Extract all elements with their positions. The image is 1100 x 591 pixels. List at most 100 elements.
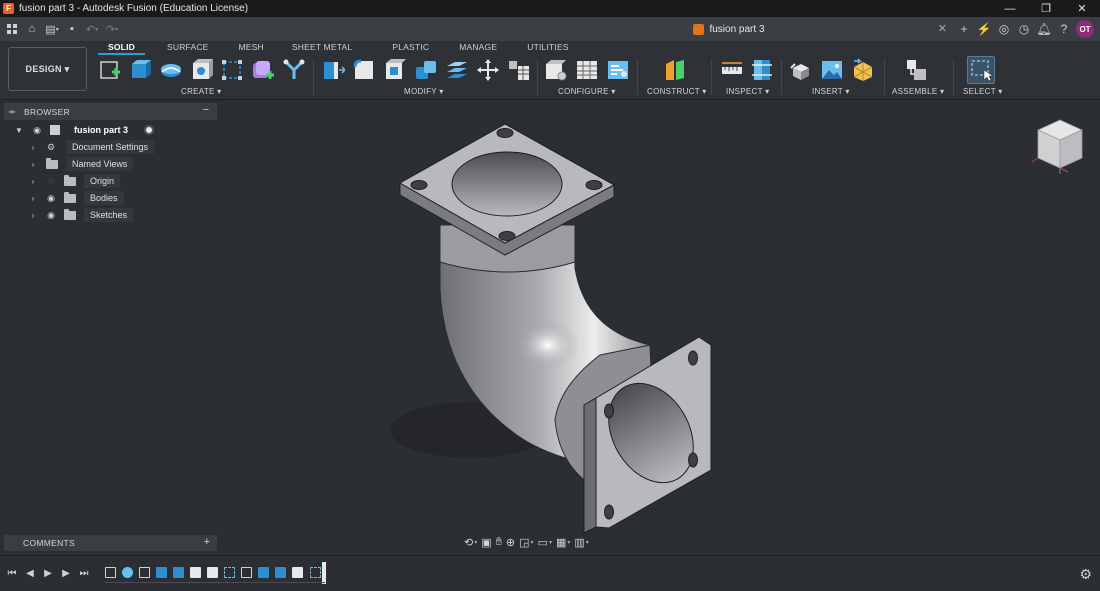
play-icon[interactable]: ▶ bbox=[41, 566, 55, 580]
configure-group-label[interactable]: CONFIGURE ▾ bbox=[558, 87, 616, 96]
collapse-panel-icon[interactable]: − bbox=[203, 104, 209, 116]
timeline-sketch-icon[interactable] bbox=[139, 567, 150, 578]
step-back-icon[interactable]: ◀ bbox=[23, 566, 37, 580]
offset-face-icon[interactable] bbox=[445, 58, 469, 82]
add-comment-icon[interactable]: + bbox=[204, 536, 210, 548]
tab-surface[interactable]: SURFACE bbox=[157, 41, 219, 55]
timeline-pattern-icon[interactable] bbox=[310, 567, 321, 578]
notifications-icon[interactable]: 🔔︎ bbox=[1034, 19, 1054, 39]
expand-chevron-icon[interactable]: › bbox=[28, 160, 38, 169]
orbit-icon[interactable]: ⟲ ▾ bbox=[462, 534, 479, 550]
tab-solid[interactable]: SOLID bbox=[98, 41, 145, 55]
viewports-icon[interactable]: ▥ ▾ bbox=[572, 534, 590, 550]
construct-group-label[interactable]: CONSTRUCT ▾ bbox=[647, 87, 707, 96]
save-icon[interactable]: ▪ bbox=[64, 21, 80, 37]
minimize-button[interactable]: — bbox=[992, 0, 1028, 17]
tab-manage[interactable]: MANAGE bbox=[449, 41, 507, 55]
measure-icon[interactable] bbox=[720, 58, 744, 82]
visibility-eye-icon[interactable]: ◉ bbox=[44, 210, 58, 221]
pan-hand-icon[interactable]: ✋︎ bbox=[494, 534, 504, 550]
combine-icon[interactable] bbox=[414, 58, 438, 82]
timeline-hole-icon[interactable] bbox=[207, 567, 218, 578]
insert-group-label[interactable]: INSERT ▾ bbox=[812, 87, 850, 96]
avatar[interactable]: OT bbox=[1076, 20, 1094, 38]
timeline-settings-gear-icon[interactable]: ⚙ bbox=[1079, 566, 1092, 583]
restore-button[interactable]: ❐ bbox=[1028, 0, 1064, 17]
comments-panel-header[interactable]: COMMENTS + bbox=[4, 535, 217, 551]
timeline-marker[interactable] bbox=[322, 562, 326, 584]
tree-item-named-views[interactable]: › Named Views bbox=[28, 156, 134, 172]
look-at-icon[interactable]: ▣ bbox=[479, 534, 493, 550]
configuration-rules-icon[interactable] bbox=[606, 58, 630, 82]
active-radio-icon[interactable] bbox=[144, 125, 155, 135]
new-tab-icon[interactable]: + bbox=[954, 19, 974, 39]
timeline-sketch-icon[interactable] bbox=[105, 567, 116, 578]
expand-chevron-icon[interactable]: › bbox=[28, 177, 38, 186]
extensions-icon[interactable]: ⚡ bbox=[974, 19, 994, 39]
canvas-image-icon[interactable] bbox=[820, 58, 844, 82]
home-icon[interactable]: ⌂ bbox=[24, 21, 40, 37]
shell-icon[interactable] bbox=[383, 58, 407, 82]
new-component-icon[interactable] bbox=[905, 58, 929, 82]
parameters-icon[interactable] bbox=[507, 58, 531, 82]
create-sketch-icon[interactable] bbox=[98, 58, 122, 82]
offset-plane-icon[interactable] bbox=[663, 58, 687, 82]
workspace-switcher[interactable]: DESIGN ▾ bbox=[8, 47, 87, 91]
configuration-table-icon[interactable] bbox=[575, 58, 599, 82]
expand-chevron-icon[interactable]: › bbox=[28, 194, 38, 203]
timeline-revolve-icon[interactable] bbox=[122, 567, 133, 578]
go-to-start-icon[interactable]: ⏮ bbox=[5, 566, 19, 580]
expand-chevron-icon[interactable]: › bbox=[28, 143, 38, 152]
file-menu-icon[interactable]: ▤ ▾ bbox=[44, 21, 60, 37]
insert-mesh-icon[interactable] bbox=[851, 58, 875, 82]
close-tab-icon[interactable]: ✕ bbox=[938, 22, 947, 35]
fit-icon[interactable]: ◲ ▾ bbox=[517, 534, 535, 550]
drag-handle-icon[interactable]: ◂▸ bbox=[8, 107, 16, 116]
redo-icon[interactable]: ↷ ▾ bbox=[104, 21, 120, 37]
insert-derive-icon[interactable] bbox=[789, 58, 813, 82]
interference-icon[interactable] bbox=[750, 58, 774, 82]
viewcube[interactable] bbox=[1028, 112, 1092, 176]
tab-utilities[interactable]: UTILITIES bbox=[517, 41, 578, 55]
timeline-pattern-icon[interactable] bbox=[224, 567, 235, 578]
tree-root[interactable]: ▼ ◉ fusion part 3 bbox=[14, 122, 155, 138]
extrude-icon[interactable] bbox=[128, 58, 152, 82]
browser-panel-header[interactable]: ◂▸ BROWSER − bbox=[4, 103, 217, 120]
press-pull-icon[interactable] bbox=[321, 58, 347, 82]
timeline-extrude-icon[interactable] bbox=[156, 567, 167, 578]
configure-design-icon[interactable] bbox=[544, 58, 568, 82]
rectangular-pattern-icon[interactable] bbox=[220, 58, 244, 82]
move-copy-icon[interactable] bbox=[476, 58, 500, 82]
tree-item-sketches[interactable]: › ◉ Sketches bbox=[28, 207, 134, 223]
tree-item-bodies[interactable]: › ◉ Bodies bbox=[28, 190, 124, 206]
derive-icon[interactable] bbox=[282, 58, 306, 82]
timeline-hole-icon[interactable] bbox=[190, 567, 201, 578]
create-group-label[interactable]: CREATE ▾ bbox=[181, 87, 222, 96]
clock-icon[interactable]: ◷ bbox=[1014, 19, 1034, 39]
revolve-icon[interactable] bbox=[159, 58, 183, 82]
assemble-group-label[interactable]: ASSEMBLE ▾ bbox=[892, 87, 944, 96]
timeline-extrude-icon[interactable] bbox=[258, 567, 269, 578]
step-forward-icon[interactable]: ▶ bbox=[59, 566, 73, 580]
hole-icon[interactable] bbox=[190, 58, 214, 82]
go-to-end-icon[interactable]: ⏭ bbox=[77, 566, 91, 580]
grid-icon[interactable]: ▦ ▾ bbox=[554, 534, 572, 550]
data-panel-grid-icon[interactable] bbox=[4, 21, 20, 37]
document-tab[interactable]: fusion part 3 ✕ bbox=[505, 17, 953, 41]
hidden-eye-icon[interactable]: ◌ bbox=[44, 176, 58, 186]
modify-group-label[interactable]: MODIFY ▾ bbox=[404, 87, 444, 96]
timeline-sketch-icon[interactable] bbox=[241, 567, 252, 578]
fillet-icon[interactable] bbox=[352, 58, 376, 82]
help-icon[interactable]: ? bbox=[1054, 19, 1074, 39]
zoom-icon[interactable]: ⊕ bbox=[504, 534, 517, 550]
expand-chevron-icon[interactable]: › bbox=[28, 211, 38, 220]
tab-mesh[interactable]: MESH bbox=[229, 41, 274, 55]
job-status-icon[interactable]: ◎ bbox=[994, 19, 1014, 39]
tab-sheet-metal[interactable]: SHEET METAL bbox=[282, 41, 362, 55]
close-window-button[interactable]: ✕ bbox=[1064, 0, 1100, 17]
undo-icon[interactable]: ↶ ▾ bbox=[84, 21, 100, 37]
timeline-hole-icon[interactable] bbox=[292, 567, 303, 578]
select-group-label[interactable]: SELECT ▾ bbox=[963, 87, 1003, 96]
expand-chevron-icon[interactable]: ▼ bbox=[14, 126, 24, 135]
tree-item-document-settings[interactable]: › ⚙ Document Settings bbox=[28, 139, 155, 155]
